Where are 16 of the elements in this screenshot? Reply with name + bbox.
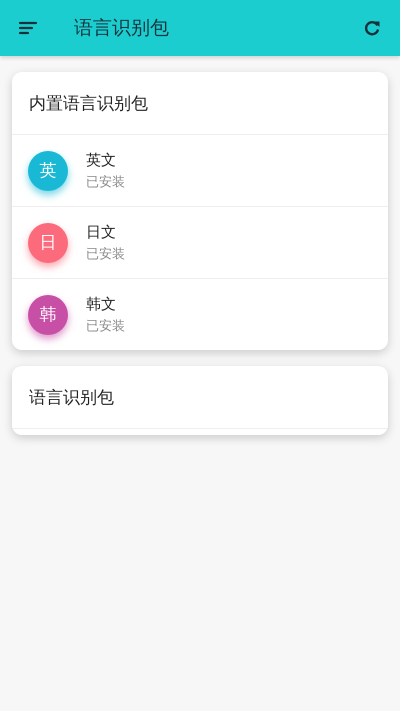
card-title: 语言识别包 xyxy=(12,366,388,429)
language-badge: 英 xyxy=(28,150,68,190)
install-status: 已安装 xyxy=(86,318,125,334)
language-item[interactable]: 英 英文 已安装 xyxy=(12,135,388,207)
language-item[interactable]: 韩 韩文 已安装 xyxy=(12,279,388,350)
install-status: 已安装 xyxy=(86,174,125,190)
language-name: 日文 xyxy=(86,222,117,242)
language-badge: 韩 xyxy=(28,294,68,334)
language-item[interactable]: 日 日文 已安装 xyxy=(12,207,388,279)
card-title: 内置语言识别包 xyxy=(12,72,388,135)
page-title: 语言识别包 xyxy=(74,16,170,41)
refresh-icon[interactable] xyxy=(362,18,382,38)
language-name: 韩文 xyxy=(86,294,117,314)
install-status: 已安装 xyxy=(86,246,125,262)
language-badge: 日 xyxy=(28,222,68,262)
language-name: 英文 xyxy=(86,150,117,170)
